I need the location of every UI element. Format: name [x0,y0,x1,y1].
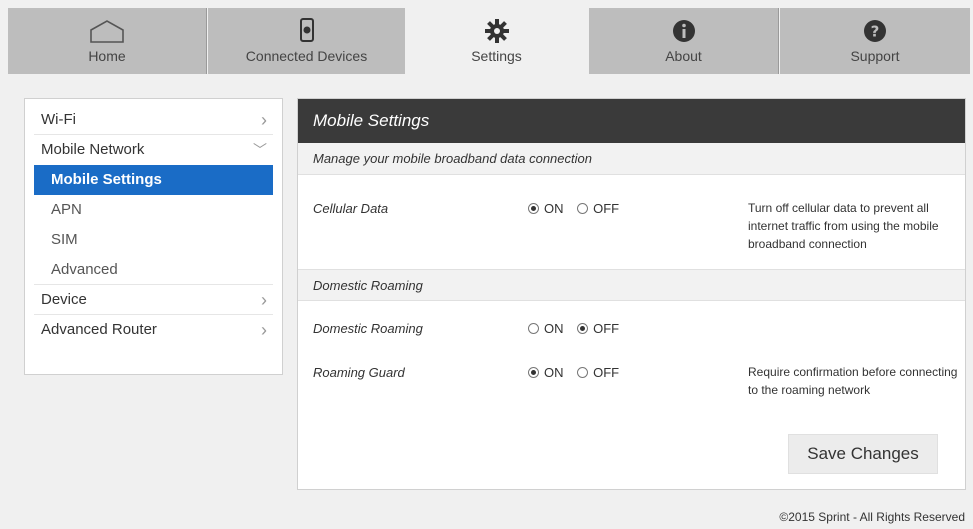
device-icon [299,18,314,42]
radio-label: ON [544,201,564,216]
sidebar-item-label: Mobile Settings [51,171,162,188]
sidebar-item-sim[interactable]: SIM [34,225,273,255]
tab-settings-label: Settings [471,48,522,64]
sidebar-item-mobile-network[interactable]: Mobile Network ﹀ [34,135,273,165]
sidebar: Wi-Fi › Mobile Network ﹀ Mobile Settings… [24,98,283,375]
cellular-data-row: Cellular Data ON OFF Turn off cellular d… [298,175,965,269]
footer-copyright: ©2015 Sprint - All Rights Reserved [779,510,965,524]
roaming-guard-radios: ON OFF [528,365,629,380]
svg-text:?: ? [871,23,880,41]
save-changes-button[interactable]: Save Changes [788,434,938,474]
roaming-guard-off-radio[interactable]: OFF [577,365,619,380]
section-subtitle: Manage your mobile broadband data connec… [298,143,965,175]
cellular-data-label: Cellular Data [313,201,389,216]
cellular-data-off-radio[interactable]: OFF [577,201,619,216]
tab-home[interactable]: Home [8,8,207,74]
sidebar-item-wifi[interactable]: Wi-Fi › [34,105,273,135]
cellular-data-on-radio[interactable]: ON [528,201,564,216]
chevron-right-icon: › [261,110,267,130]
radio-label: OFF [593,321,620,336]
tab-about[interactable]: About [589,8,779,74]
sidebar-item-advanced-router[interactable]: Advanced Router › [34,315,273,345]
radio-selected-icon [528,203,539,214]
chevron-right-icon: › [261,290,267,310]
sidebar-item-label: SIM [51,231,78,248]
radio-unselected-icon [577,203,589,214]
sidebar-item-apn[interactable]: APN [34,195,273,225]
domestic-roaming-off-radio[interactable]: OFF [577,321,619,336]
radio-label: ON [544,365,564,380]
domestic-roaming-section-title: Domestic Roaming [298,269,965,301]
sidebar-item-device[interactable]: Device › [34,285,273,315]
sidebar-item-advanced[interactable]: Advanced [34,255,273,285]
tab-home-label: Home [88,48,126,64]
radio-label: OFF [593,365,620,380]
sidebar-item-label: Wi-Fi [41,111,76,128]
radio-unselected-icon [528,323,539,334]
sidebar-item-mobile-settings[interactable]: Mobile Settings [34,165,273,195]
tab-settings[interactable]: Settings [405,8,588,80]
sidebar-item-label: Device [41,291,87,308]
sidebar-item-label: Advanced [51,261,118,278]
radio-selected-icon [528,367,539,378]
mobile-settings-panel: Mobile Settings Manage your mobile broad… [297,98,966,490]
chevron-down-icon: ﹀ [253,142,267,158]
radio-label: ON [544,321,564,336]
tab-connected-devices-label: Connected Devices [245,48,368,64]
sidebar-item-label: Advanced Router [41,321,157,338]
domestic-roaming-radios: ON OFF [528,321,629,336]
cellular-data-radios: ON OFF [528,201,629,216]
panel-title: Mobile Settings [298,99,965,143]
info-icon [672,20,695,42]
radio-label: OFF [593,201,620,216]
roaming-guard-row: Roaming Guard ON OFF Require confirmatio… [298,341,965,421]
cellular-data-description: Turn off cellular data to prevent all in… [748,201,939,251]
domestic-roaming-on-radio[interactable]: ON [528,321,564,336]
tab-support[interactable]: ? Support [780,8,970,74]
tab-support-label: Support [850,48,900,64]
radio-selected-icon [577,323,589,334]
roaming-guard-on-radio[interactable]: ON [528,365,564,380]
radio-unselected-icon [577,367,589,378]
domestic-roaming-row: Domestic Roaming ON OFF [298,301,965,341]
gear-icon [484,19,509,43]
sidebar-item-label: APN [51,201,82,218]
top-nav: Home Connected Devices Settings About ? … [0,0,973,80]
tab-connected-devices[interactable]: Connected Devices [208,8,406,74]
question-icon: ? [864,20,886,42]
sidebar-item-label: Mobile Network [41,141,145,158]
tab-about-label: About [665,48,702,64]
domestic-roaming-label: Domestic Roaming [313,321,423,336]
home-icon [90,20,124,43]
roaming-guard-label: Roaming Guard [313,365,405,380]
chevron-right-icon: › [261,320,267,340]
roaming-guard-description: Require confirmation before connecting t… [748,365,958,397]
